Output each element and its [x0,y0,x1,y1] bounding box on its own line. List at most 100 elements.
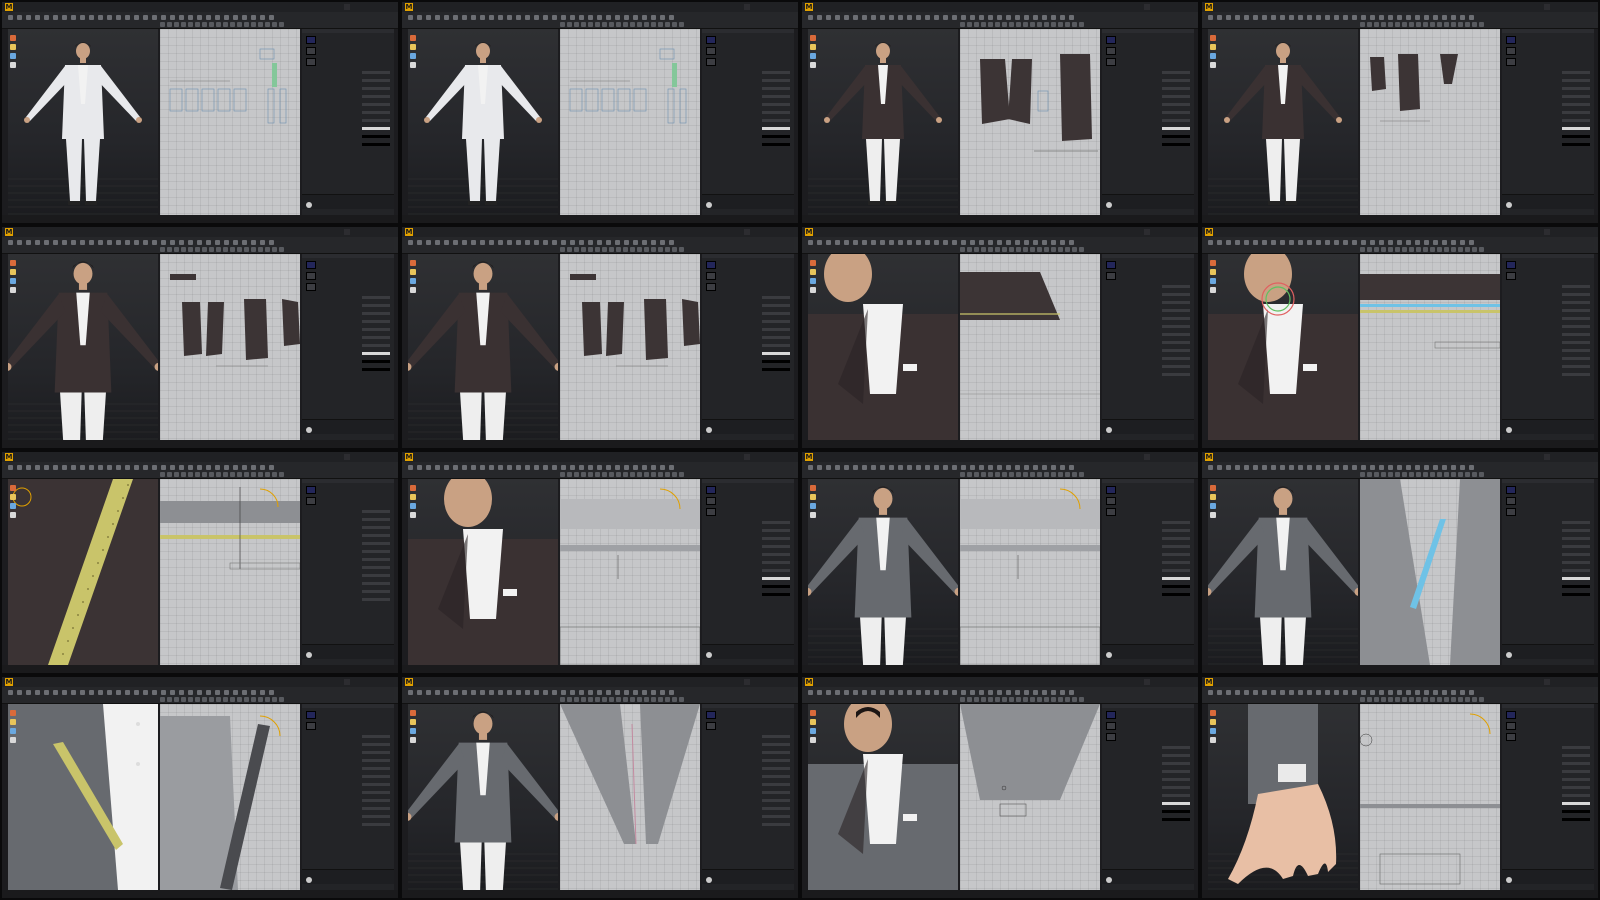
tool-icon[interactable] [979,240,984,245]
tool-icon[interactable] [1033,15,1038,20]
tool-icon[interactable] [1388,472,1393,477]
property-value-field[interactable] [762,94,790,98]
property-value-field[interactable] [762,520,790,524]
property-value-field[interactable] [1162,576,1190,580]
tool-icon[interactable] [916,465,921,470]
tool-icon[interactable] [534,15,539,20]
tool-icon[interactable] [602,697,607,702]
tool-icon[interactable] [1472,697,1477,702]
fabric-list-item[interactable] [1506,36,1590,44]
tool-icon[interactable] [80,15,85,20]
tool-icon[interactable] [1343,690,1348,695]
tool-icon[interactable] [1069,15,1074,20]
tool-icon[interactable] [272,697,277,702]
tool-icon[interactable] [1444,247,1449,252]
tool-icon[interactable] [1058,697,1063,702]
viewport-tool-icon[interactable] [410,269,416,275]
3d-garment-viewport[interactable] [1208,479,1358,665]
viewport-tool-icon[interactable] [1210,728,1216,734]
3d-garment-viewport[interactable] [8,29,158,215]
tool-icon[interactable] [35,240,40,245]
tool-icon[interactable] [1352,15,1357,20]
property-value-field[interactable] [1162,70,1190,74]
tool-icon[interactable] [570,240,575,245]
tool-icon[interactable] [1006,465,1011,470]
tool-icon[interactable] [260,15,265,20]
property-value-field[interactable] [362,78,390,82]
tool-icon[interactable] [581,247,586,252]
tool-icon[interactable] [1458,247,1463,252]
tool-icon[interactable] [1325,15,1330,20]
tool-icon[interactable] [1065,247,1070,252]
tool-icon[interactable] [1044,22,1049,27]
tool-icon[interactable] [80,465,85,470]
tool-icon[interactable] [570,15,575,20]
tool-icon[interactable] [979,690,984,695]
tool-icon[interactable] [181,472,186,477]
tool-icon[interactable] [925,15,930,20]
tool-icon[interactable] [1015,690,1020,695]
tool-icon[interactable] [1030,247,1035,252]
tool-icon[interactable] [1367,22,1372,27]
tool-icon[interactable] [1437,247,1442,252]
tool-icon[interactable] [988,472,993,477]
viewport-tool-icon[interactable] [810,710,816,716]
tool-icon[interactable] [179,690,184,695]
tool-icon[interactable] [98,690,103,695]
tool-icon[interactable] [1465,697,1470,702]
viewport-tool-icon[interactable] [10,260,16,266]
3d-garment-viewport[interactable] [808,479,958,665]
tool-icon[interactable] [453,15,458,20]
tool-icon[interactable] [588,697,593,702]
tool-icon[interactable] [934,690,939,695]
2d-pattern-viewport[interactable] [960,29,1100,215]
property-value-field[interactable] [1162,356,1190,360]
tool-icon[interactable] [1072,472,1077,477]
tool-icon[interactable] [1451,22,1456,27]
tool-icon[interactable] [1402,697,1407,702]
fabric-list-item[interactable] [1106,47,1190,55]
property-value-field[interactable] [762,758,790,762]
tool-icon[interactable] [679,697,684,702]
viewport-tool-icon[interactable] [410,53,416,59]
tool-icon[interactable] [974,22,979,27]
tool-icon[interactable] [1395,247,1400,252]
tool-icon[interactable] [642,465,647,470]
tool-icon[interactable] [453,240,458,245]
tool-icon[interactable] [579,465,584,470]
simulation-mode-button[interactable] [1544,229,1550,235]
tool-icon[interactable] [244,247,249,252]
fabric-list-item[interactable] [706,36,790,44]
tool-icon[interactable] [633,465,638,470]
property-value-field[interactable] [1162,348,1190,352]
tool-icon[interactable] [633,690,638,695]
tool-icon[interactable] [665,697,670,702]
tool-icon[interactable] [1226,465,1231,470]
tool-icon[interactable] [672,472,677,477]
tool-icon[interactable] [230,22,235,27]
tool-icon[interactable] [1325,690,1330,695]
tool-icon[interactable] [152,690,157,695]
property-value-field[interactable] [362,327,390,331]
tool-icon[interactable] [462,690,467,695]
3d-garment-viewport[interactable] [8,254,158,440]
tool-icon[interactable] [609,22,614,27]
tool-icon[interactable] [89,690,94,695]
avatar-icon[interactable] [1106,877,1112,883]
tool-icon[interactable] [844,690,849,695]
tool-icon[interactable] [602,247,607,252]
tool-icon[interactable] [179,465,184,470]
property-value-field[interactable] [1162,785,1190,789]
tool-icon[interactable] [1253,690,1258,695]
fabric-list-item[interactable] [306,497,390,505]
fabric-list-item[interactable] [706,47,790,55]
tool-icon[interactable] [1409,697,1414,702]
property-value-field[interactable] [362,311,390,315]
tool-icon[interactable] [209,247,214,252]
tool-icon[interactable] [1253,15,1258,20]
tool-icon[interactable] [1451,247,1456,252]
tool-icon[interactable] [609,697,614,702]
tool-icon[interactable] [516,240,521,245]
tool-icon[interactable] [624,15,629,20]
fabric-list-item[interactable] [706,272,790,280]
